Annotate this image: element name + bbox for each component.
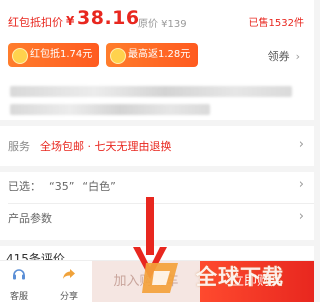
price-section: 红包抵扣价 ¥ 38.16 原价 ¥139 已售1532件 红包抵1.74元 最… (0, 0, 314, 120)
coin-icon (110, 48, 126, 64)
claim-label: 领券 (267, 50, 290, 63)
service-tool-label: 客服 (9, 292, 28, 302)
price-row: 红包抵扣价 ¥ 38.16 原价 ¥139 已售1532件 (8, 7, 304, 34)
selected-label: 已选： (8, 180, 41, 193)
chevron-right-icon: › (295, 50, 300, 63)
blurred-title-line (10, 104, 210, 115)
service-label: 服务 (8, 140, 30, 153)
headset-icon (13, 269, 25, 280)
selected-color: “白色” (82, 180, 116, 193)
sold-count: 已售1532件 (248, 18, 304, 29)
chevron-right-icon: › (298, 177, 304, 192)
params-label: 产品参数 (8, 212, 52, 225)
original-price: 原价 ¥139 (138, 19, 187, 30)
watermark: 全球下载 (136, 253, 314, 301)
service-row[interactable]: 服务 全场包邮 · 七天无理由退换 › (0, 126, 314, 166)
price-value: 38.16 (77, 7, 140, 29)
coupon-label: 最高返1.28元 (128, 49, 191, 60)
product-params-row[interactable]: 产品参数 (8, 210, 52, 226)
price-label: 红包抵扣价 (8, 16, 63, 29)
share-label: 分享 (59, 292, 78, 302)
coupon-redpacket[interactable]: 红包抵1.74元 (8, 43, 99, 67)
customer-service-button[interactable]: 客服 (2, 261, 36, 302)
coin-icon (12, 48, 28, 64)
share-icon (63, 269, 75, 279)
currency-symbol: ¥ (66, 14, 75, 28)
service-text: 全场包邮 · 七天无理由退换 (40, 140, 172, 153)
share-button[interactable]: 分享 (52, 261, 86, 302)
chevron-right-icon: › (298, 209, 304, 224)
selected-size: “35” (49, 180, 75, 193)
blurred-title-line (10, 86, 292, 97)
claim-coupon-link[interactable]: 领券 › (268, 48, 300, 64)
coupon-label: 红包抵1.74元 (30, 49, 93, 60)
coupon-cashback[interactable]: 最高返1.28元 (106, 43, 198, 67)
chevron-right-icon: › (298, 137, 304, 152)
coupon-row: 红包抵1.74元 最高返1.28元 领券 › (8, 43, 308, 69)
watermark-logo-icon (142, 263, 178, 293)
watermark-text: 全球下载 (196, 265, 284, 289)
selected-options-row[interactable]: 已选： “35” “白色” (8, 178, 124, 194)
